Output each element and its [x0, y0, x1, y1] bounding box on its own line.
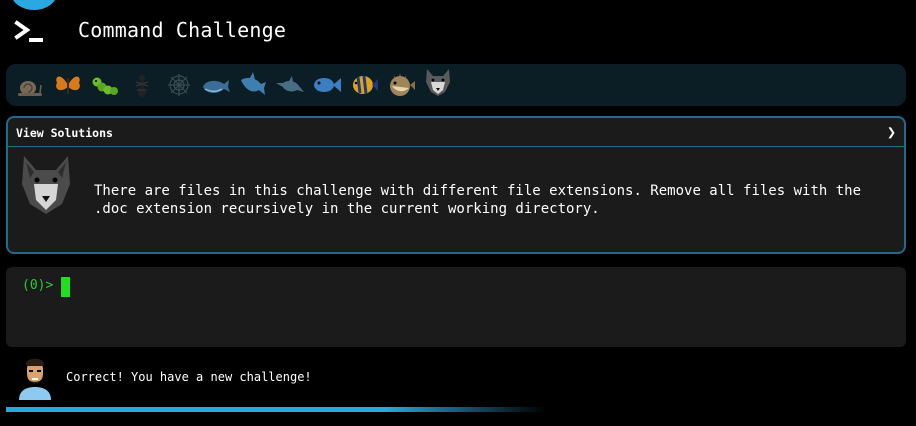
butterfly-icon[interactable]	[51, 68, 85, 102]
terminal-prompt: (0)>	[22, 278, 54, 293]
wolf-icon[interactable]	[421, 65, 455, 99]
dolphin-icon[interactable]	[273, 68, 307, 102]
feedback-text: Correct! You have a new challenge!	[66, 370, 312, 384]
blowfish-icon[interactable]	[384, 68, 418, 102]
terminal-prompt-icon[interactable]	[13, 18, 47, 46]
wolf-avatar-icon	[18, 152, 74, 216]
caterpillar-icon[interactable]	[88, 68, 122, 102]
bearded-man-avatar-icon	[17, 356, 53, 400]
logo-badge	[11, 0, 57, 10]
progress-bar-fill	[6, 407, 546, 412]
chevron-right-icon[interactable]: ❯	[887, 123, 896, 141]
spider-web-icon[interactable]	[162, 68, 196, 102]
view-solutions-toggle[interactable]: View Solutions ❯	[8, 118, 904, 147]
terminal-cursor[interactable]	[61, 277, 70, 297]
whale-icon[interactable]	[199, 68, 233, 102]
terminal-area[interactable]: (0)>	[6, 267, 906, 347]
fish-icon[interactable]	[310, 68, 344, 102]
progress-bar	[6, 407, 906, 412]
shark-icon[interactable]	[236, 68, 270, 102]
page-title: Command Challenge	[78, 18, 287, 42]
challenge-panel: View Solutions ❯ There are files in this…	[6, 116, 906, 254]
ant-icon[interactable]	[125, 68, 159, 102]
snail-icon[interactable]	[14, 68, 48, 102]
header: Command Challenge	[0, 0, 916, 64]
view-solutions-label[interactable]: View Solutions	[16, 126, 113, 140]
challenge-description: There are files in this challenge with d…	[94, 183, 862, 217]
feedback-message: Correct! You have a new challenge!	[0, 354, 916, 400]
tropical-fish-icon[interactable]	[347, 68, 381, 102]
level-bar	[6, 64, 906, 106]
